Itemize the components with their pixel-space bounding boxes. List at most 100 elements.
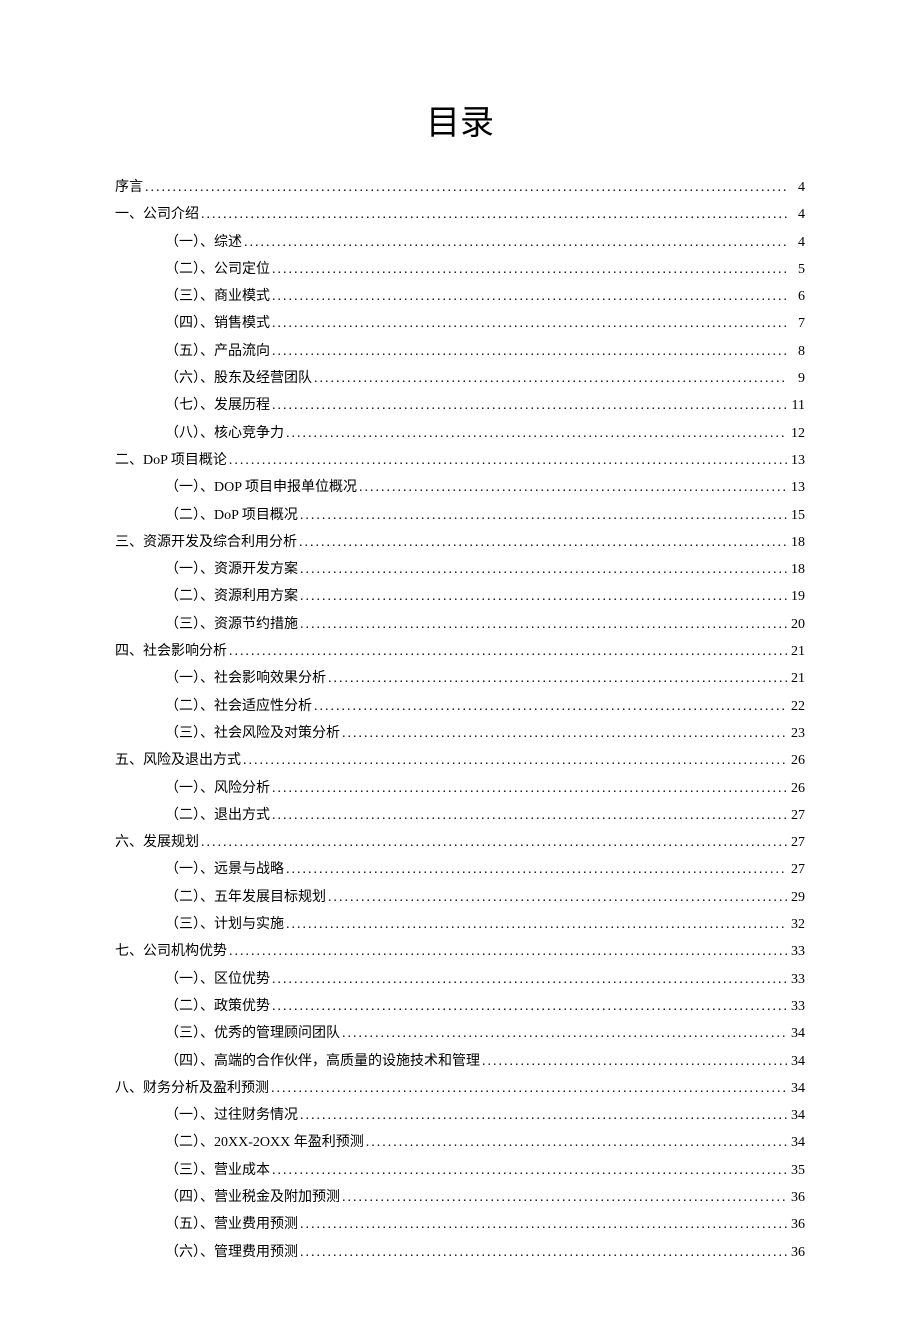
toc-leader-dots [269, 1075, 787, 1102]
page-title: 目录 [115, 95, 805, 144]
toc-entry: （三）、商业模式6 [115, 283, 805, 310]
toc-entry: 七、公司机构优势 33 [115, 938, 805, 965]
toc-entry-page: 4 [787, 201, 805, 228]
toc-entry-page: 27 [787, 802, 805, 829]
toc-entry-page: 33 [787, 966, 805, 993]
toc-leader-dots [227, 938, 787, 965]
toc-entry: （二）、资源利用方案19 [115, 583, 805, 610]
toc-entry-page: 33 [787, 993, 805, 1020]
toc-entry-label: （八）、核心竞争力 [165, 420, 284, 447]
toc-leader-dots [270, 310, 787, 337]
toc-entry: （一）、区位优势 33 [115, 966, 805, 993]
toc-entry-label: 三、资源开发及综合利用分析 [115, 529, 297, 556]
toc-entry: 一、公司介绍4 [115, 201, 805, 228]
toc-entry-label: 二、DoP 项目概论 [115, 447, 227, 474]
toc-entry-label: （三）、商业模式 [165, 283, 270, 310]
toc-leader-dots [270, 256, 787, 283]
toc-entry-page: 21 [787, 638, 805, 665]
toc-entry: （三）、资源节约措施 20 [115, 611, 805, 638]
toc-entry-page: 20 [787, 611, 805, 638]
toc-entry-page: 32 [787, 911, 805, 938]
toc-entry-label: 五、风险及退出方式 [115, 747, 241, 774]
toc-entry: （四）、销售模式 7 [115, 310, 805, 337]
toc-leader-dots [270, 283, 787, 310]
toc-leader-dots [227, 638, 787, 665]
toc-entry-page: 26 [787, 747, 805, 774]
toc-entry: （五）、营业费用预测 36 [115, 1211, 805, 1238]
toc-entry-label: （五）、产品流向 [165, 338, 270, 365]
toc-entry-label: （二）、DoP 项目概况 [165, 502, 298, 529]
toc-leader-dots [297, 529, 787, 556]
toc-entry-page: 27 [787, 856, 805, 883]
toc-leader-dots [298, 583, 787, 610]
toc-entry-page: 34 [787, 1048, 805, 1075]
toc-leader-dots [199, 829, 787, 856]
toc-entry: （二）、退出方式27 [115, 802, 805, 829]
toc-entry: （二）、五年发展目标规划29 [115, 884, 805, 911]
toc-leader-dots [284, 911, 787, 938]
toc-entry: （七）、发展历程11 [115, 392, 805, 419]
toc-leader-dots [357, 474, 787, 501]
toc-entry-page: 33 [787, 938, 805, 965]
toc-entry-label: （一）、过往财务情况 [165, 1102, 298, 1129]
toc-leader-dots [364, 1129, 787, 1156]
toc-entry: （二）、社会适应性分析22 [115, 693, 805, 720]
toc-entry: （二）、政策优势33 [115, 993, 805, 1020]
table-of-contents: 序言4一、公司介绍4（一）、综述4（二）、公司定位5（三）、商业模式6（四）、销… [115, 174, 805, 1266]
toc-entry-label: （一）、区位优势 [165, 966, 270, 993]
toc-leader-dots [298, 1102, 787, 1129]
toc-entry-label: （二）、资源利用方案 [165, 583, 298, 610]
toc-entry-page: 4 [787, 174, 805, 201]
toc-entry-page: 26 [787, 775, 805, 802]
toc-entry-page: 9 [787, 365, 805, 392]
toc-entry-page: 36 [787, 1211, 805, 1238]
toc-entry: （一）、风险分析 26 [115, 775, 805, 802]
toc-entry-label: 七、公司机构优势 [115, 938, 227, 965]
toc-entry-label: （七）、发展历程 [165, 392, 270, 419]
toc-entry-label: 序言 [115, 174, 143, 201]
toc-entry: 五、风险及退出方式 26 [115, 747, 805, 774]
toc-leader-dots [298, 611, 787, 638]
toc-entry-label: （四）、高端的合作伙伴，高质量的设施技术和管理 [165, 1048, 480, 1075]
toc-entry-page: 22 [787, 693, 805, 720]
toc-entry: （四）、营业税金及附加预测36 [115, 1184, 805, 1211]
toc-entry-label: （一）、风险分析 [165, 775, 270, 802]
toc-leader-dots [199, 201, 787, 228]
toc-entry: （一）、社会影响效果分析21 [115, 665, 805, 692]
toc-entry-page: 7 [787, 310, 805, 337]
toc-entry-label: （一）、综述 [165, 229, 242, 256]
toc-leader-dots [340, 1184, 787, 1211]
toc-entry: （三）、营业成本35 [115, 1157, 805, 1184]
toc-leader-dots [143, 174, 787, 201]
toc-entry-page: 36 [787, 1184, 805, 1211]
toc-entry-label: （一）、资源开发方案 [165, 556, 298, 583]
toc-entry-page: 4 [787, 229, 805, 256]
toc-entry: （四）、高端的合作伙伴，高质量的设施技术和管理 34 [115, 1048, 805, 1075]
toc-leader-dots [227, 447, 787, 474]
toc-leader-dots [326, 884, 787, 911]
toc-entry-page: 8 [787, 338, 805, 365]
toc-entry: 六、发展规划27 [115, 829, 805, 856]
toc-entry-page: 13 [787, 474, 805, 501]
toc-entry-label: （五）、营业费用预测 [165, 1211, 298, 1238]
toc-entry-page: 27 [787, 829, 805, 856]
toc-entry-page: 5 [787, 256, 805, 283]
toc-entry: （八）、核心竞争力 12 [115, 420, 805, 447]
toc-leader-dots [312, 693, 787, 720]
toc-entry: （一）、资源开发方案18 [115, 556, 805, 583]
toc-entry-page: 12 [787, 420, 805, 447]
toc-leader-dots [326, 665, 787, 692]
toc-entry-label: （三）、优秀的管理顾问团队 [165, 1020, 340, 1047]
toc-entry-label: （三）、计划与实施 [165, 911, 284, 938]
toc-entry: （三）、优秀的管理顾问团队34 [115, 1020, 805, 1047]
toc-entry-page: 13 [787, 447, 805, 474]
toc-leader-dots [298, 1239, 787, 1266]
toc-entry: （三）、计划与实施 32 [115, 911, 805, 938]
toc-leader-dots [284, 420, 787, 447]
toc-entry-label: （三）、资源节约措施 [165, 611, 298, 638]
toc-leader-dots [270, 993, 787, 1020]
toc-leader-dots [298, 502, 787, 529]
toc-entry-label: （一）、远景与战略 [165, 856, 284, 883]
toc-entry: 四、社会影响分析21 [115, 638, 805, 665]
toc-entry-label: （四）、销售模式 [165, 310, 270, 337]
